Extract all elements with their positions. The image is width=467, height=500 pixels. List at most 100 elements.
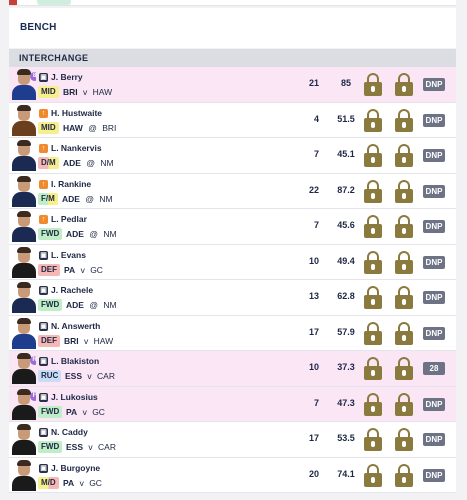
fixture: ADE @ NM <box>62 193 113 205</box>
player-row[interactable]: ↑ I. Rankine F/M ADE @ NM 22 87.2 DNP <box>9 173 456 209</box>
locked-badge-icon: ▣ <box>39 463 48 473</box>
player-row[interactable]: ↑ H. Hustwaite MID HAW @ BRI 4 51.5 DNP <box>9 102 456 138</box>
player-row[interactable]: ▣ N. Caddy FWD ESS v CAR 17 53.5 DNP <box>9 422 456 458</box>
stat-primary: 7 <box>313 397 319 408</box>
player-name[interactable]: J. Lukosius <box>51 392 98 402</box>
player-row[interactable]: 8 ▣ J. Berry MID BRI v HAW 21 85 DNP <box>9 67 456 103</box>
lock-icon[interactable] <box>395 391 413 417</box>
stat-secondary: 51.5 <box>337 113 355 124</box>
fixture-team: ADE <box>63 158 81 168</box>
stat-secondary: 37.3 <box>337 362 355 372</box>
player-name[interactable]: L. Blakiston <box>51 356 99 366</box>
player-avatar <box>12 459 36 491</box>
status-badge: DNP <box>423 255 445 269</box>
lock-icon[interactable] <box>395 213 413 239</box>
player-avatar <box>12 246 36 278</box>
fixture-sep: @ <box>89 300 98 310</box>
lock-icon[interactable] <box>395 249 413 275</box>
player-avatar <box>12 317 36 349</box>
locked-badge-icon: ▣ <box>39 286 48 295</box>
lock-icon[interactable] <box>395 71 413 97</box>
player-name[interactable]: L. Pedlar <box>51 214 87 224</box>
status-badge: DNP <box>423 433 445 446</box>
player-row[interactable]: ▣ J. Burgoyne M/D PA v GC 20 74.1 DNP <box>9 457 456 493</box>
stat-secondary: 53.5 <box>337 433 355 443</box>
fixture: BRI v HAW <box>63 86 112 98</box>
lock-icon[interactable] <box>364 249 382 275</box>
player-name[interactable]: L. Evans <box>51 250 86 260</box>
player-row[interactable]: F ▣ J. Lukosius FWD PA v GC 7 47.3 DNP <box>9 386 456 422</box>
position-badge: RUC <box>38 370 62 382</box>
fixture: ADE @ NM <box>63 157 114 169</box>
lock-icon[interactable] <box>364 142 382 168</box>
fixture-opponent: NM <box>103 300 117 310</box>
player-row[interactable]: ▣ N. Answerth DEF BRI v HAW 17 57.9 DNP <box>9 315 456 351</box>
player-avatar: 8 <box>12 69 36 100</box>
lock-icon[interactable] <box>395 107 413 133</box>
fixture-opponent: BRI <box>102 122 117 133</box>
position-badge: FWD <box>38 405 63 418</box>
player-name[interactable]: J. Burgoyne <box>51 463 100 473</box>
lock-icon[interactable] <box>364 284 382 310</box>
arrow-up-icon: ↑ <box>39 144 48 153</box>
lock-icon[interactable] <box>395 284 413 310</box>
fixture: ESS v CAR <box>65 370 115 382</box>
fixture-opponent: HAW <box>92 87 113 97</box>
stat-primary: 4 <box>313 113 319 124</box>
player-name[interactable]: L. Nankervis <box>51 143 102 153</box>
lock-icon[interactable] <box>364 426 382 452</box>
player-name[interactable]: N. Caddy <box>51 427 88 437</box>
fixture: PA v GC <box>66 406 105 418</box>
lock-icon[interactable] <box>364 355 382 381</box>
lock-icon[interactable] <box>395 462 413 488</box>
fixture-opponent: GC <box>89 477 102 488</box>
player-name[interactable]: I. Rankine <box>51 179 91 189</box>
lock-icon[interactable] <box>364 213 382 239</box>
player-name[interactable]: J. Rachele <box>51 285 93 295</box>
player-avatar: R <box>12 353 36 384</box>
lock-icon[interactable] <box>364 462 382 488</box>
status-badge: DNP <box>423 397 445 411</box>
lock-icon[interactable] <box>364 391 382 417</box>
lock-icon[interactable] <box>364 178 382 204</box>
fixture-opponent: GC <box>90 264 103 275</box>
lock-icon[interactable] <box>364 320 382 346</box>
player-row[interactable]: ↑ L. Nankervis D/M ADE @ NM 7 45.1 DNP <box>9 138 456 174</box>
player-row[interactable]: R ▣ L. Blakiston RUC ESS v CAR 10 37.3 2… <box>9 351 456 387</box>
lock-icon[interactable] <box>395 142 413 168</box>
arrow-up-icon: ↑ <box>39 179 48 189</box>
fixture-sep: @ <box>85 193 94 204</box>
lock-icon[interactable] <box>364 107 382 133</box>
fixture: PA v GC <box>63 477 102 489</box>
stat-secondary: 62.8 <box>337 291 355 301</box>
player-name[interactable]: N. Answerth <box>51 321 100 331</box>
lock-icon[interactable] <box>395 355 413 381</box>
player-row[interactable]: ▣ J. Rachele FWD ADE @ NM 13 62.8 DNP <box>9 280 456 316</box>
position-badge: MID <box>38 86 59 98</box>
player-avatar <box>12 424 36 455</box>
lock-icon[interactable] <box>364 71 382 97</box>
locked-badge-icon: ▣ <box>39 73 48 82</box>
locked-badge-icon: ▣ <box>39 428 48 437</box>
stat-secondary: 57.9 <box>337 326 355 337</box>
bench-section: BENCH <box>9 8 456 48</box>
lock-icon[interactable] <box>395 320 413 346</box>
player-avatar: F <box>12 388 36 420</box>
fixture: ADE @ NM <box>66 299 117 311</box>
position-badge: FWD <box>38 228 63 240</box>
fixture-opponent: CAR <box>98 442 116 452</box>
fixture: HAW @ BRI <box>63 122 116 134</box>
stat-primary: 7 <box>313 220 319 230</box>
player-row[interactable]: ↑ L. Pedlar FWD ADE @ NM 7 45.6 DNP <box>9 209 456 245</box>
fixture-opponent: HAW <box>93 335 114 346</box>
lock-icon[interactable] <box>395 178 413 204</box>
stat-primary: 20 <box>308 468 319 479</box>
lock-icon[interactable] <box>395 426 413 452</box>
fixture-sep: v <box>88 442 93 452</box>
player-name[interactable]: H. Hustwaite <box>51 108 102 118</box>
player-row[interactable]: ▣ L. Evans DEF PA v GC 10 49.4 DNP <box>9 244 456 280</box>
stat-primary: 13 <box>308 291 319 301</box>
player-name[interactable]: J. Berry <box>51 72 83 82</box>
fixture-opponent: CAR <box>97 371 115 381</box>
fixture-team: PA <box>66 406 78 417</box>
